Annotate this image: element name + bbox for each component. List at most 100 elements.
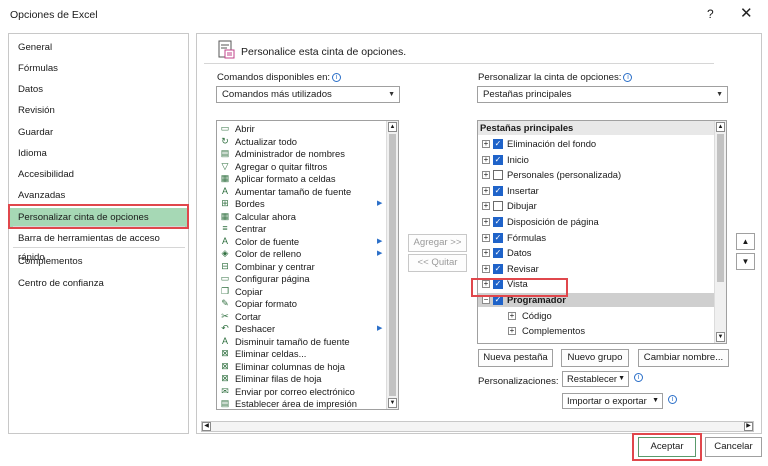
info-icon[interactable]: i [668, 395, 677, 404]
expand-icon[interactable]: + [482, 233, 490, 242]
scroll-up-icon[interactable]: ▲ [716, 122, 725, 132]
tree-scrollbar[interactable]: ▲ ▼ [714, 121, 726, 343]
tab-checkbox[interactable] [493, 201, 503, 212]
ribbon-tab-item[interactable]: + ✓ Revisar [478, 262, 714, 276]
remove-button[interactable]: << Quitar [408, 254, 467, 272]
commands-list[interactable]: ▤ Establecer área de impresión ✉ Enviar por… [216, 120, 399, 410]
tab-checkbox[interactable]: ✓ [493, 154, 503, 165]
command-item[interactable]: ▦ Aplicar formato a celdas [217, 172, 382, 185]
expand-icon[interactable]: + [482, 155, 490, 164]
ribbon-tab-item[interactable]: + ✓ Datos [478, 246, 714, 260]
command-item[interactable]: ▽ Agregar o quitar filtros [217, 160, 382, 173]
nav-item[interactable]: Barra de herramientas de acceso rápido [9, 229, 188, 263]
nav-item[interactable]: Accesibilidad [9, 165, 188, 184]
nav-item[interactable]: Avanzadas [9, 186, 188, 205]
tab-checkbox[interactable]: ✓ [493, 217, 503, 227]
ribbon-tab-item[interactable]: + ✓ Eliminación del fondo [478, 137, 714, 151]
ribbon-tab-item[interactable]: + ✓ Disposición de página [478, 215, 714, 229]
rename-button[interactable]: Cambiar nombre... [638, 349, 729, 367]
scroll-up-icon[interactable]: ▲ [388, 122, 397, 132]
expand-icon[interactable]: + [482, 218, 490, 226]
ribbon-tab-item[interactable]: + Personales (personalizada) [478, 168, 714, 182]
nav-item[interactable]: Datos [9, 80, 188, 99]
command-item[interactable]: ↻ Actualizar todo [217, 135, 382, 148]
collapse-icon[interactable]: − [482, 296, 490, 304]
expand-icon[interactable]: + [508, 327, 516, 336]
tab-checkbox[interactable]: ✓ [493, 232, 503, 243]
ribbon-group-item[interactable]: + Código [478, 309, 714, 323]
command-item[interactable]: ▭ Configurar página [217, 272, 382, 285]
commands-scrollbar[interactable]: ▲ ▼ [386, 121, 398, 409]
scroll-right-icon[interactable]: ▶ [744, 422, 753, 431]
new-group-button[interactable]: Nuevo grupo [561, 349, 629, 367]
scroll-down-icon[interactable]: ▼ [716, 332, 725, 342]
info-icon[interactable]: i [332, 73, 342, 82]
move-down-button[interactable]: ▼ [736, 253, 755, 270]
title-bar: Opciones de Excel ? ✕ [0, 0, 768, 30]
ribbon-tab-item[interactable]: + ✓ Inicio [478, 153, 714, 167]
close-icon[interactable]: ✕ [740, 4, 753, 22]
command-item[interactable]: ⊠ Eliminar filas de hoja [217, 372, 382, 385]
scroll-down-icon[interactable]: ▼ [388, 398, 397, 408]
tab-checkbox[interactable]: ✓ [493, 139, 503, 149]
info-icon[interactable]: i [634, 373, 643, 382]
command-item[interactable]: ▦ Calcular ahora [217, 210, 382, 223]
nav-item[interactable]: Complementos [9, 252, 188, 271]
command-item[interactable]: ❐ Copiar [217, 285, 382, 298]
ribbon-group-item[interactable]: + Controles [478, 340, 714, 343]
command-item[interactable]: ▤ Administrador de nombres [217, 147, 382, 160]
ribbon-group-item[interactable]: + Complementos [478, 324, 714, 338]
command-item[interactable]: A Aumentar tamaño de fuente [217, 185, 382, 198]
command-item[interactable]: ◈ Color de relleno ▶ [217, 247, 383, 260]
command-item[interactable]: ⊠ Eliminar celdas... [217, 347, 382, 360]
expand-icon[interactable]: + [508, 311, 516, 320]
command-item[interactable]: ✂ Cortar [217, 310, 382, 323]
scroll-left-icon[interactable]: ◀ [202, 422, 211, 431]
ribbon-tabs-select[interactable]: Pestañas principales ▼ [477, 86, 728, 103]
nav-item[interactable]: Guardar [9, 123, 188, 142]
expand-icon[interactable]: + [482, 140, 490, 148]
tab-checkbox[interactable]: ✓ [493, 185, 503, 196]
expand-icon[interactable]: + [508, 342, 516, 343]
command-item[interactable]: ⊠ Eliminar columnas de hoja [217, 360, 382, 373]
command-item[interactable]: ✉ Enviar por correo electrónico [217, 385, 382, 398]
ribbon-tab-item[interactable]: + ✓ Fórmulas [478, 231, 714, 245]
reset-dropdown[interactable]: Restablecer ▼ [562, 371, 629, 387]
ribbon-tree[interactable]: Pestañas principales ▲ ▼ + ✓ Eliminación d… [477, 120, 727, 344]
ribbon-tab-item[interactable]: + Dibujar [478, 199, 714, 213]
nav-item[interactable]: Centro de confianza [9, 274, 188, 293]
expand-icon[interactable]: + [482, 264, 490, 273]
nav-item[interactable]: Revisión [9, 101, 188, 120]
ribbon-tab-item[interactable]: + ✓ Insertar [478, 184, 714, 198]
tab-checkbox[interactable]: ✓ [493, 248, 503, 259]
expand-icon[interactable]: + [482, 186, 490, 195]
command-item[interactable]: ✎ Copiar formato [217, 297, 382, 310]
expand-icon[interactable]: + [482, 171, 490, 180]
cancel-button[interactable]: Cancelar [705, 437, 762, 457]
tab-checkbox[interactable]: ✓ [493, 263, 503, 274]
command-item[interactable]: A Color de fuente ▶ [217, 235, 382, 248]
new-tab-button[interactable]: Nueva pestaña [478, 349, 553, 367]
nav-item[interactable]: General [9, 38, 188, 57]
info-icon[interactable]: i [623, 73, 633, 82]
scroll-thumb[interactable] [717, 134, 724, 282]
nav-item[interactable]: Idioma [9, 144, 188, 163]
expand-icon[interactable]: + [482, 249, 490, 258]
add-button[interactable]: Agregar >> [408, 234, 467, 252]
nav-item[interactable]: Fórmulas [9, 59, 188, 78]
command-item[interactable]: A Disminuir tamaño de fuente [217, 335, 382, 348]
command-item[interactable]: ▤ Establecer área de impresión [217, 397, 382, 409]
command-item[interactable]: ▭ Abrir [217, 122, 382, 135]
command-item[interactable]: ⊟ Combinar y centrar [217, 260, 382, 273]
help-icon[interactable]: ? [707, 7, 714, 21]
command-item[interactable]: ⊞ Bordes ▶ [217, 197, 382, 210]
scroll-thumb[interactable] [389, 134, 396, 396]
import-export-dropdown[interactable]: Importar o exportar ▼ [562, 393, 663, 409]
move-up-button[interactable]: ▲ [736, 233, 755, 250]
commands-source-select[interactable]: Comandos más utilizados ▼ [216, 86, 400, 103]
command-item[interactable]: ≡ Centrar [217, 222, 382, 235]
command-item[interactable]: ↶ Deshacer ▶ [217, 322, 382, 335]
expand-icon[interactable]: + [482, 202, 490, 211]
pane-horizontal-scrollbar[interactable]: ◀ ▶ [201, 421, 754, 432]
tab-checkbox[interactable] [493, 170, 503, 181]
